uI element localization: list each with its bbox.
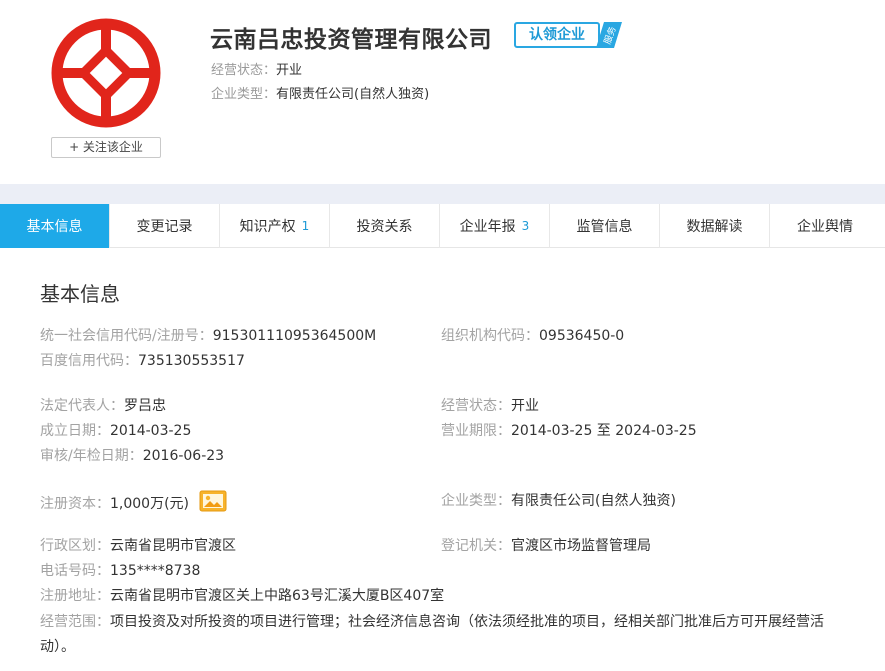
audit-date-field: 审核/年检日期：2016-06-23: [40, 445, 224, 465]
registered-capital-label: 注册资本：: [40, 496, 110, 512]
baidu-code-field: 百度信用代码：735130553517: [40, 350, 245, 370]
tab-label: 投资关系: [356, 219, 413, 235]
address-value: 云南省昆明市官渡区关上中路63号汇溪大厦B区407室: [110, 588, 445, 604]
business-scope-field: 经营范围：项目投资及对所投资的项目进行管理；社会经济信息咨询（依法须经批准的项目…: [40, 610, 840, 660]
tab-label: 数据解读: [686, 219, 743, 235]
tab-count: 3: [521, 219, 530, 233]
header-type-label: 企业类型：: [211, 87, 277, 102]
region-field: 行政区划：云南省昆明市官渡区: [40, 535, 236, 555]
status-label: 经营状态：: [441, 398, 511, 414]
claim-enterprise-badge[interactable]: 认领企业 服务: [514, 22, 622, 48]
section-title: 基本信息: [40, 282, 120, 306]
tab-label: 企业年报: [459, 219, 516, 235]
tab-basic-info[interactable]: 基本信息: [0, 204, 110, 248]
claim-label: 认领企业: [514, 22, 600, 48]
tab-regulatory[interactable]: 监管信息: [550, 204, 660, 248]
status-field: 经营状态：开业: [441, 395, 539, 415]
tab-label: 基本信息: [26, 219, 83, 235]
legal-rep-label: 法定代表人：: [40, 398, 124, 414]
registration-authority-field: 登记机关：官渡区市场监督管理局: [441, 535, 651, 555]
phone-value: 135****8738: [110, 563, 201, 579]
service-tag-icon: 服务: [596, 22, 622, 48]
tab-investment[interactable]: 投资关系: [330, 204, 440, 248]
tab-label: 知识产权: [239, 219, 296, 235]
tab-count: 1: [301, 219, 310, 233]
image-icon[interactable]: [199, 490, 227, 512]
address-field: 注册地址：云南省昆明市官渡区关上中路63号汇溪大厦B区407室: [40, 585, 444, 605]
company-logo: [51, 18, 161, 128]
header-status-label: 经营状态：: [211, 63, 277, 78]
business-term-label: 营业期限：: [441, 423, 511, 439]
registered-capital-field: 注册资本：1,000万(元): [40, 490, 227, 513]
org-code-value: 09536450-0: [539, 328, 625, 344]
founded-field: 成立日期：2014-03-25: [40, 420, 191, 440]
status-value: 开业: [511, 398, 539, 414]
credit-code-label: 统一社会信用代码/注册号：: [40, 328, 213, 344]
tab-label: 变更记录: [136, 219, 193, 235]
audit-date-value: 2016-06-23: [142, 448, 225, 464]
tab-public-opinion[interactable]: 企业舆情: [770, 204, 880, 248]
legal-rep-field: 法定代表人：罗吕忠: [40, 395, 166, 415]
company-type-label: 企业类型：: [441, 493, 511, 509]
registered-capital-value: 1,000万(元): [110, 496, 190, 512]
founded-value: 2014-03-25: [110, 423, 192, 439]
business-scope-value: 项目投资及对所投资的项目进行管理；社会经济信息咨询（依法须经批准的项目，经相关部…: [40, 614, 824, 655]
baidu-code-value: 735130553517: [138, 353, 245, 369]
tab-label: 监管信息: [576, 219, 633, 235]
org-code-label: 组织机构代码：: [441, 328, 539, 344]
tab-data-analysis[interactable]: 数据解读: [660, 204, 770, 248]
tab-bar: 基本信息 变更记录 知识产权 1 投资关系 企业年报 3 监管信息 数据解读 企业舆…: [0, 204, 885, 248]
audit-date-label: 审核/年检日期：: [40, 448, 143, 464]
business-term-value: 2014-03-25 至 2024-03-25: [511, 423, 697, 439]
company-name: 云南吕忠投资管理有限公司: [210, 27, 492, 53]
tab-intellectual-property[interactable]: 知识产权 1: [220, 204, 330, 248]
tab-annual-report[interactable]: 企业年报 3: [440, 204, 550, 248]
header-status-row: 经营状态：开业: [211, 59, 302, 78]
credit-code-field: 统一社会信用代码/注册号：91530111095364500M: [40, 325, 376, 345]
business-term-field: 营业期限：2014-03-25 至 2024-03-25: [441, 420, 697, 440]
credit-code-value: 91530111095364500M: [212, 328, 377, 344]
company-type-value: 有限责任公司(自然人独资): [511, 493, 676, 509]
registration-authority-value: 官渡区市场监督管理局: [511, 538, 651, 554]
tab-change-records[interactable]: 变更记录: [110, 204, 220, 248]
divider-band: [0, 184, 885, 204]
founded-label: 成立日期：: [40, 423, 110, 439]
address-label: 注册地址：: [40, 588, 110, 604]
legal-rep-value: 罗吕忠: [124, 398, 166, 414]
tab-label: 企业舆情: [797, 219, 853, 235]
region-label: 行政区划：: [40, 538, 110, 554]
org-code-field: 组织机构代码：09536450-0: [441, 325, 624, 345]
header-type-row: 企业类型：有限责任公司(自然人独资): [211, 83, 429, 102]
baidu-code-label: 百度信用代码：: [40, 353, 138, 369]
follow-company-button[interactable]: + 关注该企业: [51, 137, 161, 158]
region-value: 云南省昆明市官渡区: [110, 538, 236, 554]
business-scope-label: 经营范围：: [40, 614, 110, 630]
header-status-value: 开业: [276, 63, 303, 78]
company-header: + 关注该企业 云南吕忠投资管理有限公司 认领企业 服务 经营状态：开业 企业类…: [0, 0, 885, 184]
phone-label: 电话号码：: [40, 563, 110, 579]
registration-authority-label: 登记机关：: [441, 538, 511, 554]
header-type-value: 有限责任公司(自然人独资): [276, 87, 430, 102]
phone-field: 电话号码：135****8738: [40, 560, 200, 580]
company-type-field: 企业类型：有限责任公司(自然人独资): [441, 490, 676, 510]
